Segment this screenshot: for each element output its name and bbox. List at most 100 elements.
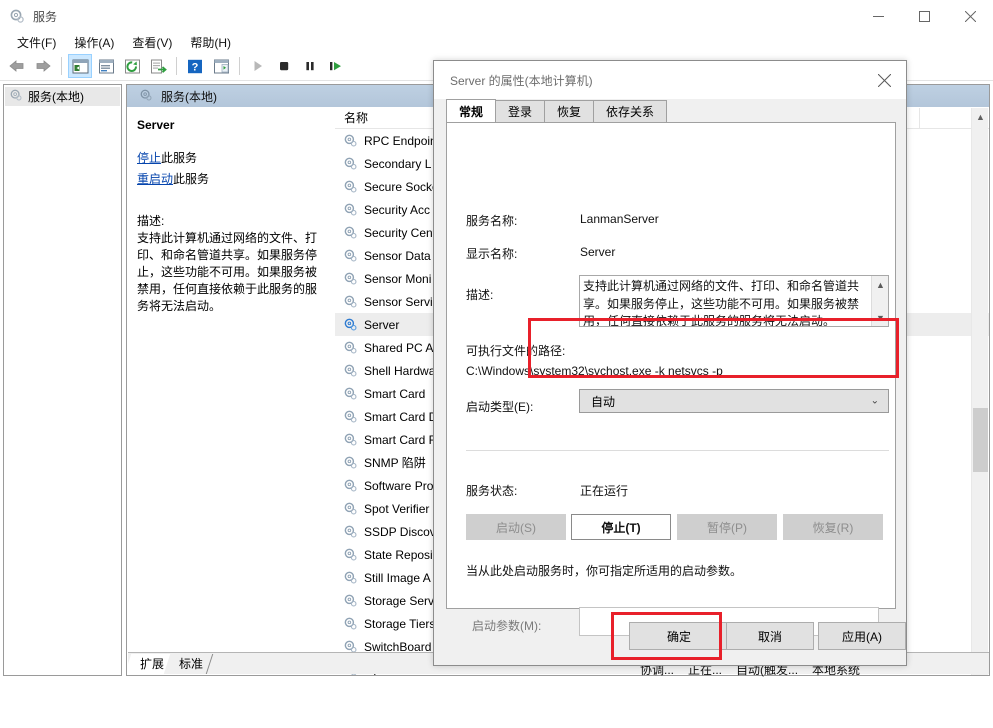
help-icon[interactable]: ? <box>183 54 207 78</box>
window-controls <box>855 0 993 32</box>
service-status-value: 正在运行 <box>580 484 629 498</box>
executable-path-value: C:\Windows\system32\svchost.exe -k netsv… <box>466 364 723 378</box>
toolbar-separator <box>176 57 177 75</box>
service-gear-icon <box>343 501 358 516</box>
service-name-cell: RPC Endpoint <box>364 133 441 148</box>
services-gear-icon <box>139 88 153 105</box>
divider <box>466 450 889 451</box>
service-name-cell: Smart Card F <box>364 432 437 447</box>
scroll-down-icon[interactable]: ▼ <box>872 309 888 326</box>
sidebar-item-label: 服务(本地) <box>28 90 84 104</box>
service-properties-dialog: Server 的属性(本地计算机) 常规 登录 恢复 依存关系 服务名称: La… <box>433 60 907 666</box>
service-gear-icon <box>343 409 358 424</box>
properties-icon[interactable] <box>94 54 118 78</box>
service-name-cell: Security Cent <box>364 225 437 240</box>
scrollbar-thumb[interactable] <box>973 408 988 472</box>
apply-button[interactable]: 应用(A) <box>818 622 906 650</box>
service-gear-icon <box>343 455 358 470</box>
service-name-cell: Smart Card <box>364 386 426 401</box>
service-name-cell: Still Image A <box>364 570 431 585</box>
stop-service-icon[interactable] <box>272 54 296 78</box>
service-gear-icon <box>343 271 358 286</box>
description-scrollbar[interactable]: ▲ ▼ <box>871 276 888 326</box>
executable-path-label: 可执行文件的路径: <box>466 344 566 358</box>
detail-description-label: 描述: <box>137 214 165 228</box>
service-gear-icon <box>343 156 358 171</box>
startup-type-value: 自动 <box>591 394 616 409</box>
pause-service-icon[interactable] <box>298 54 322 78</box>
dialog-tabs: 常规 登录 恢复 依存关系 <box>446 99 668 123</box>
toolbar-separator <box>239 57 240 75</box>
description-textbox[interactable]: 支持此计算机通过网络的文件、打印、和命名管道共享。如果服务停止，这些功能不可用。… <box>579 275 889 327</box>
export-list-icon[interactable] <box>146 54 170 78</box>
service-name-cell: Spot Verifier <box>364 501 430 516</box>
service-name-cell: Sensor Moni <box>364 271 432 286</box>
ok-button[interactable]: 确定 <box>629 622 729 650</box>
close-icon[interactable] <box>862 61 906 99</box>
show-action-pane-icon[interactable] <box>209 54 233 78</box>
service-name-cell: Shared PC A <box>364 340 434 355</box>
scroll-up-icon[interactable]: ▲ <box>972 108 989 125</box>
service-gear-icon <box>343 248 358 263</box>
service-name-cell: Server <box>364 317 400 332</box>
stop-service-link-text[interactable]: 停止 <box>137 151 161 165</box>
services-window: 服务 文件(F) 操作(A) 查看(V) 帮助(H) ? 服务(本地) 服务(本… <box>0 0 993 728</box>
results-vertical-scrollbar[interactable]: ▲ ▼ <box>971 108 989 675</box>
stop-button[interactable]: 停止(T) <box>571 514 671 540</box>
service-gear-icon <box>343 225 358 240</box>
restart-service-link-text[interactable]: 重启动 <box>137 172 173 186</box>
scroll-up-icon[interactable]: ▲ <box>872 276 888 293</box>
service-gear-icon <box>343 179 358 194</box>
dialog-tab-dependencies[interactable]: 依存关系 <box>593 100 668 123</box>
service-name-cell: Storage Tiers <box>364 616 436 631</box>
forward-arrow-icon[interactable] <box>31 54 55 78</box>
results-pane-header-label: 服务(本地) <box>161 89 217 104</box>
dialog-tab-general[interactable]: 常规 <box>446 99 497 123</box>
service-gear-icon <box>343 432 358 447</box>
start-service-icon[interactable] <box>246 54 270 78</box>
tab-standard-label: 标准 <box>179 657 204 671</box>
start-parameters-label: 启动参数(M): <box>472 619 542 633</box>
sidebar-item-services-local[interactable]: 服务(本地) <box>5 87 120 106</box>
start-button[interactable]: 启动(S) <box>466 514 566 540</box>
start-parameters-hint: 当从此处启动服务时，你可指定所适用的启动参数。 <box>466 564 743 578</box>
svg-text:?: ? <box>192 61 199 73</box>
menu-action[interactable]: 操作(A) <box>65 32 123 53</box>
dialog-titlebar: Server 的属性(本地计算机) <box>434 61 906 99</box>
toolbar-separator <box>61 57 62 75</box>
description-text: 支持此计算机通过网络的文件、打印、和命名管道共享。如果服务停止，这些功能不可用。… <box>583 279 860 327</box>
stop-service-link[interactable]: 停止此服务 <box>137 150 324 167</box>
service-gear-icon <box>343 547 358 562</box>
service-gear-icon <box>343 202 358 217</box>
restart-service-link-rest: 此服务 <box>173 172 210 186</box>
startup-type-select[interactable]: 自动 ⌄ <box>579 389 889 413</box>
back-arrow-icon[interactable] <box>5 54 29 78</box>
menu-view[interactable]: 查看(V) <box>123 32 181 53</box>
dialog-tab-recovery[interactable]: 恢复 <box>544 100 595 123</box>
service-detail-panel: Server 停止此服务 重启动此服务 描述: 支持此计算机通过网络的文件、打印… <box>128 108 334 675</box>
stop-service-link-rest: 此服务 <box>161 151 198 165</box>
pause-button[interactable]: 暂停(P) <box>677 514 777 540</box>
refresh-icon[interactable] <box>120 54 144 78</box>
maximize-icon[interactable] <box>901 0 947 32</box>
cancel-button[interactable]: 取消 <box>726 622 814 650</box>
restart-service-link[interactable]: 重启动此服务 <box>137 171 324 188</box>
service-gear-icon <box>343 386 358 401</box>
resume-button[interactable]: 恢复(R) <box>783 514 883 540</box>
tab-standard[interactable]: 标准 <box>163 654 214 674</box>
close-icon[interactable] <box>947 0 993 32</box>
dialog-tab-logon[interactable]: 登录 <box>495 100 546 123</box>
menu-file[interactable]: 文件(F) <box>8 32 65 53</box>
dialog-general-panel: 服务名称: LanmanServer 显示名称: Server 描述: 支持此计… <box>446 122 896 636</box>
restart-service-icon[interactable] <box>324 54 348 78</box>
display-name-value: Server <box>580 245 616 259</box>
chevron-down-icon: ⌄ <box>870 395 879 407</box>
minimize-icon[interactable] <box>855 0 901 32</box>
page-title: Server <box>137 118 175 132</box>
startup-type-label: 启动类型(E): <box>466 400 534 414</box>
menu-help[interactable]: 帮助(H) <box>181 32 240 53</box>
service-status-label: 服务状态: <box>466 484 518 498</box>
service-name-cell: Software Pro <box>364 478 434 493</box>
service-gear-icon <box>343 524 358 539</box>
show-hide-console-tree-icon[interactable] <box>68 54 92 78</box>
